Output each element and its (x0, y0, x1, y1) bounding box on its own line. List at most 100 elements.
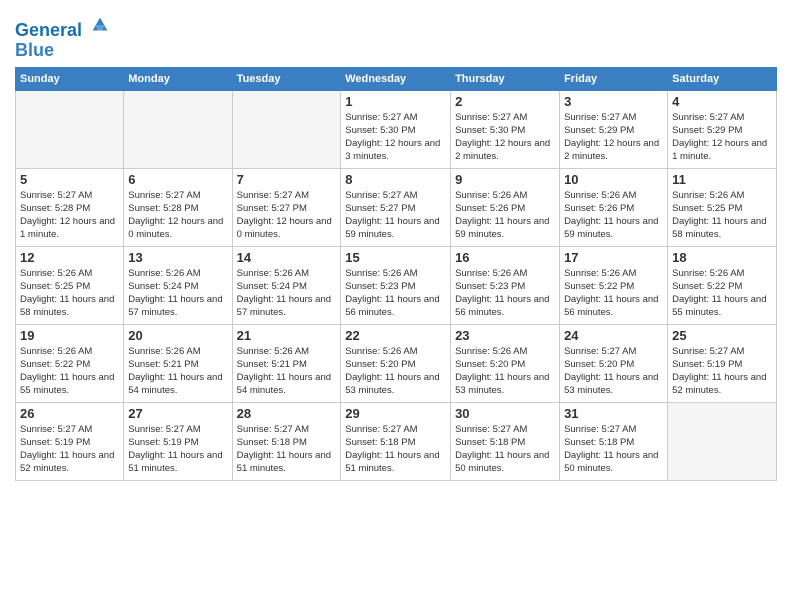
logo-blue: Blue (15, 41, 111, 61)
day-info: Sunrise: 5:27 AMSunset: 5:18 PMDaylight:… (564, 424, 658, 475)
day-cell: 2 Sunrise: 5:27 AMSunset: 5:30 PMDayligh… (451, 90, 560, 168)
day-info: Sunrise: 5:27 AMSunset: 5:30 PMDaylight:… (455, 112, 550, 163)
weekday-header-row: SundayMondayTuesdayWednesdayThursdayFrid… (16, 67, 777, 90)
header: General Blue (15, 10, 777, 61)
day-number: 5 (20, 172, 119, 187)
day-info: Sunrise: 5:26 AMSunset: 5:22 PMDaylight:… (20, 346, 114, 397)
weekday-header-monday: Monday (124, 67, 232, 90)
weekday-header-wednesday: Wednesday (341, 67, 451, 90)
day-cell (232, 90, 341, 168)
day-info: Sunrise: 5:27 AMSunset: 5:28 PMDaylight:… (20, 190, 115, 241)
day-cell: 13 Sunrise: 5:26 AMSunset: 5:24 PMDaylig… (124, 246, 232, 324)
logo-text: General (15, 14, 111, 41)
day-info: Sunrise: 5:26 AMSunset: 5:21 PMDaylight:… (128, 346, 222, 397)
day-info: Sunrise: 5:26 AMSunset: 5:22 PMDaylight:… (564, 268, 658, 319)
day-info: Sunrise: 5:26 AMSunset: 5:23 PMDaylight:… (455, 268, 549, 319)
weekday-header-sunday: Sunday (16, 67, 124, 90)
day-cell: 25 Sunrise: 5:27 AMSunset: 5:19 PMDaylig… (668, 324, 777, 402)
day-cell: 1 Sunrise: 5:27 AMSunset: 5:30 PMDayligh… (341, 90, 451, 168)
day-cell: 22 Sunrise: 5:26 AMSunset: 5:20 PMDaylig… (341, 324, 451, 402)
day-info: Sunrise: 5:26 AMSunset: 5:25 PMDaylight:… (672, 190, 766, 241)
logo-icon (89, 14, 111, 36)
week-row-4: 26 Sunrise: 5:27 AMSunset: 5:19 PMDaylig… (16, 402, 777, 480)
day-number: 10 (564, 172, 663, 187)
day-number: 24 (564, 328, 663, 343)
day-number: 27 (128, 406, 227, 421)
day-number: 9 (455, 172, 555, 187)
logo: General Blue (15, 14, 111, 61)
day-number: 21 (237, 328, 337, 343)
week-row-1: 5 Sunrise: 5:27 AMSunset: 5:28 PMDayligh… (16, 168, 777, 246)
logo-general: General (15, 20, 82, 40)
day-cell: 19 Sunrise: 5:26 AMSunset: 5:22 PMDaylig… (16, 324, 124, 402)
day-cell: 8 Sunrise: 5:27 AMSunset: 5:27 PMDayligh… (341, 168, 451, 246)
day-info: Sunrise: 5:26 AMSunset: 5:26 PMDaylight:… (455, 190, 549, 241)
day-number: 12 (20, 250, 119, 265)
day-number: 6 (128, 172, 227, 187)
day-info: Sunrise: 5:27 AMSunset: 5:19 PMDaylight:… (20, 424, 114, 475)
day-number: 8 (345, 172, 446, 187)
day-cell: 17 Sunrise: 5:26 AMSunset: 5:22 PMDaylig… (560, 246, 668, 324)
day-number: 3 (564, 94, 663, 109)
day-info: Sunrise: 5:26 AMSunset: 5:22 PMDaylight:… (672, 268, 766, 319)
day-cell: 26 Sunrise: 5:27 AMSunset: 5:19 PMDaylig… (16, 402, 124, 480)
day-number: 19 (20, 328, 119, 343)
day-number: 25 (672, 328, 772, 343)
day-number: 29 (345, 406, 446, 421)
day-number: 26 (20, 406, 119, 421)
day-cell: 12 Sunrise: 5:26 AMSunset: 5:25 PMDaylig… (16, 246, 124, 324)
day-cell: 4 Sunrise: 5:27 AMSunset: 5:29 PMDayligh… (668, 90, 777, 168)
day-number: 31 (564, 406, 663, 421)
day-cell: 27 Sunrise: 5:27 AMSunset: 5:19 PMDaylig… (124, 402, 232, 480)
day-cell: 24 Sunrise: 5:27 AMSunset: 5:20 PMDaylig… (560, 324, 668, 402)
day-cell: 23 Sunrise: 5:26 AMSunset: 5:20 PMDaylig… (451, 324, 560, 402)
day-info: Sunrise: 5:27 AMSunset: 5:18 PMDaylight:… (345, 424, 439, 475)
day-cell: 18 Sunrise: 5:26 AMSunset: 5:22 PMDaylig… (668, 246, 777, 324)
day-cell (16, 90, 124, 168)
day-cell: 6 Sunrise: 5:27 AMSunset: 5:28 PMDayligh… (124, 168, 232, 246)
week-row-2: 12 Sunrise: 5:26 AMSunset: 5:25 PMDaylig… (16, 246, 777, 324)
day-number: 11 (672, 172, 772, 187)
day-number: 4 (672, 94, 772, 109)
day-info: Sunrise: 5:26 AMSunset: 5:21 PMDaylight:… (237, 346, 331, 397)
week-row-0: 1 Sunrise: 5:27 AMSunset: 5:30 PMDayligh… (16, 90, 777, 168)
day-info: Sunrise: 5:26 AMSunset: 5:20 PMDaylight:… (455, 346, 549, 397)
weekday-header-tuesday: Tuesday (232, 67, 341, 90)
day-cell: 3 Sunrise: 5:27 AMSunset: 5:29 PMDayligh… (560, 90, 668, 168)
day-info: Sunrise: 5:26 AMSunset: 5:23 PMDaylight:… (345, 268, 439, 319)
day-info: Sunrise: 5:27 AMSunset: 5:27 PMDaylight:… (345, 190, 439, 241)
page-container: General Blue SundayMondayTuesdayWednesda… (0, 0, 792, 486)
day-cell: 21 Sunrise: 5:26 AMSunset: 5:21 PMDaylig… (232, 324, 341, 402)
weekday-header-thursday: Thursday (451, 67, 560, 90)
day-info: Sunrise: 5:27 AMSunset: 5:29 PMDaylight:… (672, 112, 767, 163)
day-cell: 9 Sunrise: 5:26 AMSunset: 5:26 PMDayligh… (451, 168, 560, 246)
day-number: 22 (345, 328, 446, 343)
day-cell: 11 Sunrise: 5:26 AMSunset: 5:25 PMDaylig… (668, 168, 777, 246)
day-number: 28 (237, 406, 337, 421)
day-number: 20 (128, 328, 227, 343)
day-cell (668, 402, 777, 480)
day-info: Sunrise: 5:27 AMSunset: 5:28 PMDaylight:… (128, 190, 223, 241)
day-cell: 14 Sunrise: 5:26 AMSunset: 5:24 PMDaylig… (232, 246, 341, 324)
day-number: 16 (455, 250, 555, 265)
day-info: Sunrise: 5:27 AMSunset: 5:19 PMDaylight:… (672, 346, 766, 397)
day-cell: 10 Sunrise: 5:26 AMSunset: 5:26 PMDaylig… (560, 168, 668, 246)
day-cell: 16 Sunrise: 5:26 AMSunset: 5:23 PMDaylig… (451, 246, 560, 324)
day-info: Sunrise: 5:27 AMSunset: 5:27 PMDaylight:… (237, 190, 332, 241)
day-cell: 20 Sunrise: 5:26 AMSunset: 5:21 PMDaylig… (124, 324, 232, 402)
day-info: Sunrise: 5:26 AMSunset: 5:24 PMDaylight:… (128, 268, 222, 319)
day-number: 2 (455, 94, 555, 109)
calendar-body: 1 Sunrise: 5:27 AMSunset: 5:30 PMDayligh… (16, 90, 777, 480)
day-info: Sunrise: 5:27 AMSunset: 5:20 PMDaylight:… (564, 346, 658, 397)
day-cell: 31 Sunrise: 5:27 AMSunset: 5:18 PMDaylig… (560, 402, 668, 480)
day-info: Sunrise: 5:26 AMSunset: 5:26 PMDaylight:… (564, 190, 658, 241)
day-cell: 15 Sunrise: 5:26 AMSunset: 5:23 PMDaylig… (341, 246, 451, 324)
weekday-header-saturday: Saturday (668, 67, 777, 90)
day-number: 23 (455, 328, 555, 343)
day-number: 14 (237, 250, 337, 265)
week-row-3: 19 Sunrise: 5:26 AMSunset: 5:22 PMDaylig… (16, 324, 777, 402)
day-info: Sunrise: 5:27 AMSunset: 5:18 PMDaylight:… (237, 424, 331, 475)
day-cell: 5 Sunrise: 5:27 AMSunset: 5:28 PMDayligh… (16, 168, 124, 246)
day-number: 18 (672, 250, 772, 265)
day-number: 30 (455, 406, 555, 421)
